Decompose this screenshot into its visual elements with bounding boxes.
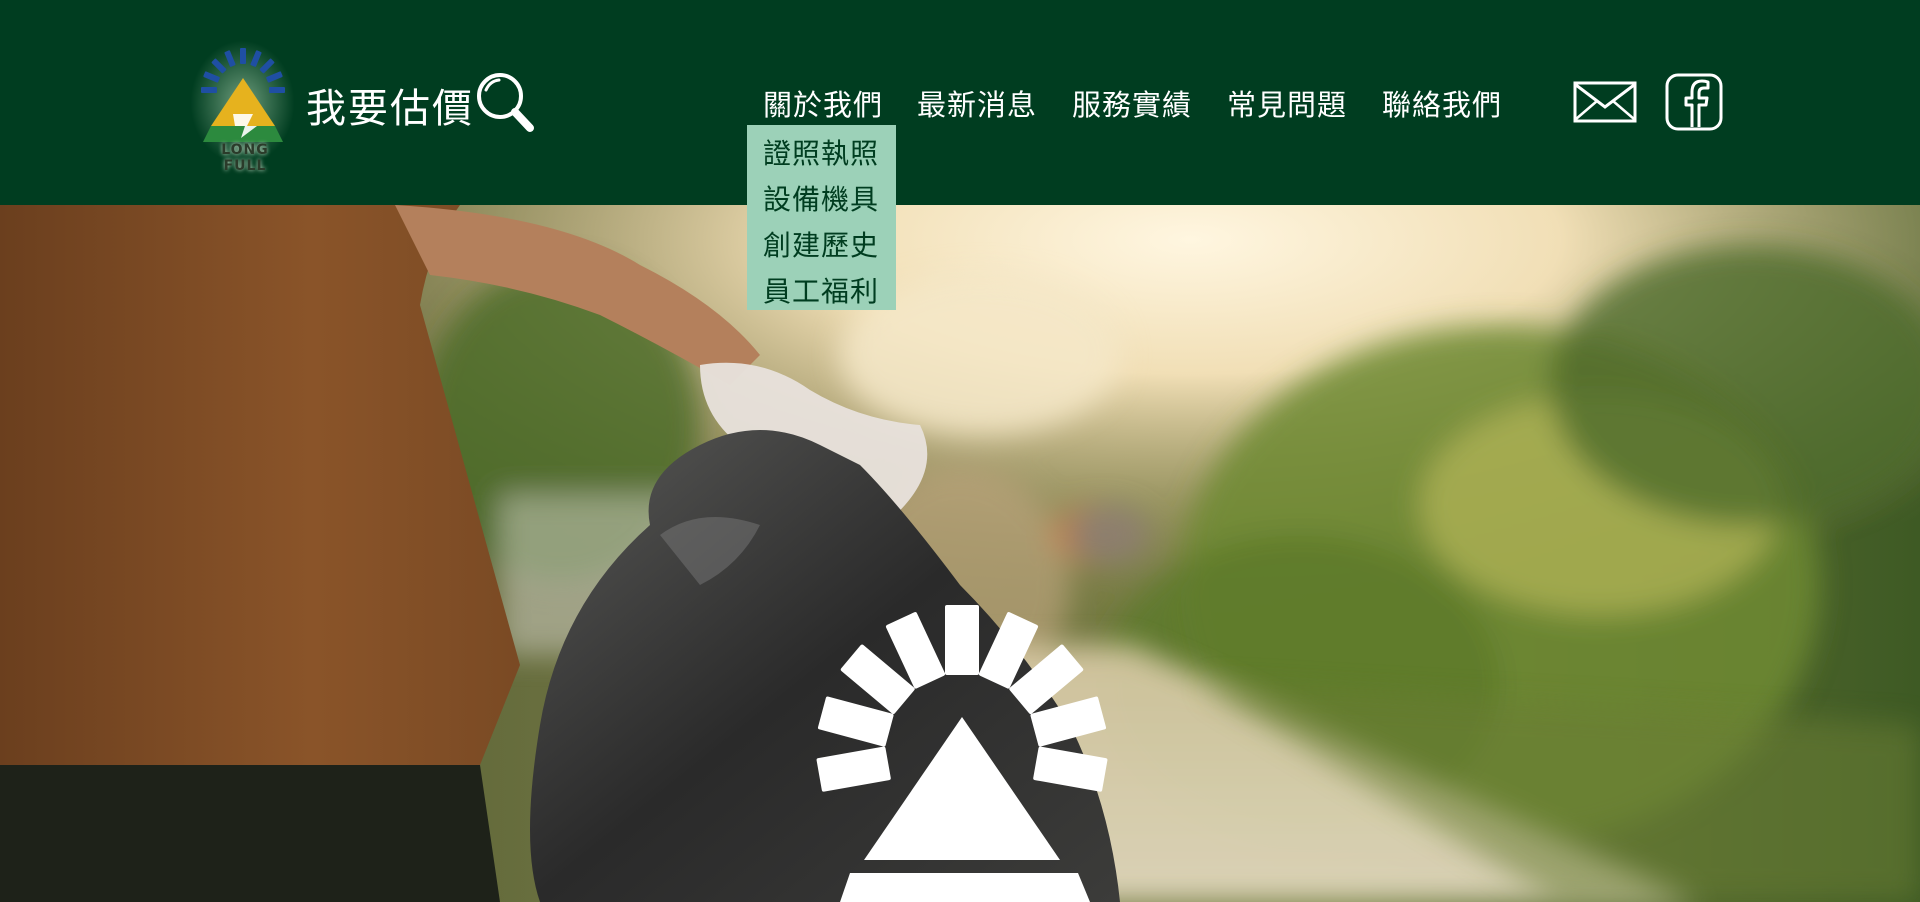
dropdown-item-history[interactable]: 創建歷史 xyxy=(763,224,879,264)
nav-item-about[interactable]: 關於我們 xyxy=(763,82,883,124)
site-header: LONG FULL 我要估價 關於我們 最新消息 服務實績 常見問題 聯絡我們 xyxy=(0,0,1920,205)
mail-icon[interactable] xyxy=(1573,81,1637,123)
hero-banner xyxy=(0,205,1920,902)
dropdown-item-licenses[interactable]: 證照執照 xyxy=(763,132,879,172)
hero-photo xyxy=(0,205,1920,902)
nav-item-portfolio[interactable]: 服務實績 xyxy=(1072,82,1192,124)
search-icon[interactable] xyxy=(474,70,536,136)
estimate-link[interactable]: 我要估價 xyxy=(306,76,474,134)
nav-item-faq[interactable]: 常見問題 xyxy=(1227,82,1347,124)
nav-item-news[interactable]: 最新消息 xyxy=(917,82,1037,124)
logo-text: LONG FULL xyxy=(221,142,269,174)
dropdown-item-equipment[interactable]: 設備機具 xyxy=(763,178,879,218)
nav-item-contact[interactable]: 聯絡我們 xyxy=(1382,82,1502,124)
dropdown-item-benefits[interactable]: 員工福利 xyxy=(763,270,879,310)
facebook-icon[interactable] xyxy=(1665,73,1723,131)
about-dropdown-menu: 證照執照 設備機具 創建歷史 員工福利 xyxy=(747,125,896,310)
